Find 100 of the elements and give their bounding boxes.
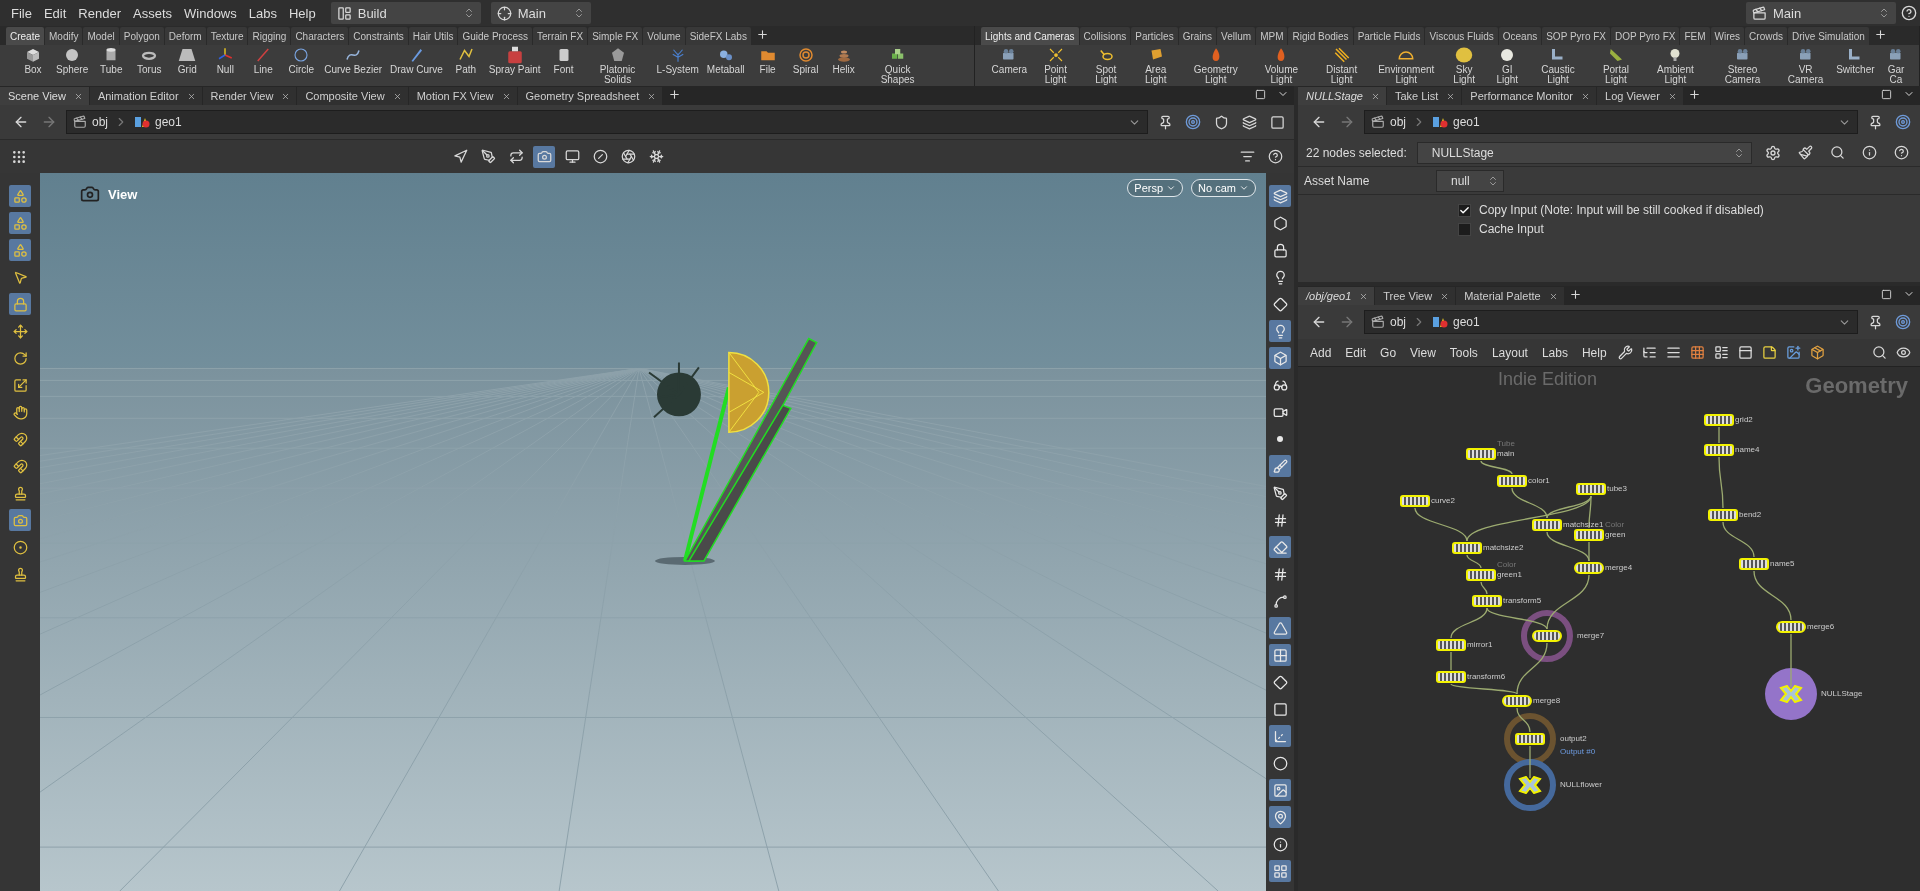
shelf-tab[interactable]: Oceans (1498, 27, 1542, 45)
pane-tab[interactable]: Tree View (1375, 287, 1456, 305)
shelf-tool[interactable]: Path (446, 46, 485, 75)
path-field[interactable]: obj geo1 (1364, 310, 1858, 334)
menu-item[interactable]: Assets (128, 5, 177, 21)
pane-tab[interactable]: Scene View (0, 87, 89, 105)
shelf-tool[interactable]: Portal Light (1588, 46, 1644, 85)
shelf-tool[interactable]: Spiral (786, 46, 825, 75)
shelf-tool[interactable]: Tube (92, 46, 131, 75)
shelf-tool[interactable]: Box (14, 46, 52, 75)
menu-item[interactable]: Go (1374, 345, 1403, 360)
pane-tab[interactable]: Take List (1386, 87, 1462, 105)
shelf-tab[interactable]: Lights and Cameras (981, 27, 1079, 45)
shelf-tab[interactable]: Create (6, 27, 44, 45)
shelf-tool[interactable]: Curve Bezier (320, 46, 387, 75)
shelf-tool[interactable]: Spot Light (1081, 46, 1131, 85)
shelf-tool[interactable]: Null (206, 46, 245, 75)
shelf-tab[interactable]: Rigging (248, 27, 291, 45)
pane-tab[interactable]: Material Palette (1456, 287, 1564, 305)
shelf-tab[interactable]: MPM (1256, 27, 1288, 45)
shelf-tab[interactable]: Volume (643, 27, 685, 45)
shelf-tab[interactable]: Vellum (1217, 27, 1256, 45)
shelf-tool[interactable]: File (748, 46, 787, 75)
shelf-tab[interactable]: Viscous Fluids (1425, 27, 1498, 45)
shelf-tool[interactable]: GI Light (1487, 46, 1528, 85)
shelf-tab[interactable]: Characters (291, 27, 349, 45)
shelf-tab[interactable]: Hair Utils (408, 27, 458, 45)
menu-item[interactable]: Tools (1443, 345, 1484, 360)
pane-tab[interactable]: Geometry Spreadsheet (517, 87, 663, 105)
camera-menu[interactable]: No cam (1191, 179, 1256, 197)
shelf-tool[interactable]: L-System (652, 46, 703, 75)
pane-tab[interactable]: Animation Editor (89, 87, 202, 105)
shelf-tool[interactable]: Circle (282, 46, 321, 75)
menu-item[interactable]: Edit (38, 5, 72, 21)
path-field[interactable]: obj geo1 (1364, 110, 1858, 134)
shelf-tool[interactable]: Stereo Camera (1707, 46, 1778, 85)
shelf-tab[interactable]: Drive Simulation (1788, 27, 1869, 45)
shelf-tool[interactable]: Environment Light (1371, 46, 1442, 85)
shelf-tool[interactable]: Metaball (702, 46, 749, 75)
shelf-tool[interactable]: Draw Curve (386, 46, 447, 75)
shelf-tool[interactable]: Font (544, 46, 583, 75)
shelf-tab[interactable]: Modify (45, 27, 83, 45)
shelf-tool[interactable]: Torus (130, 46, 169, 75)
shelf-tool[interactable]: Grid (168, 46, 207, 75)
pane-tab[interactable]: /obj/geo1 (1298, 287, 1375, 305)
shelf-tool[interactable]: Caustic Light (1527, 46, 1589, 85)
shelf-tool[interactable]: Ambient Light (1643, 46, 1708, 85)
shelf-tab[interactable]: Grains (1178, 27, 1217, 45)
shelf-tool[interactable]: Switcher (1833, 46, 1877, 75)
shelf-tab[interactable]: Terrain FX (533, 27, 588, 45)
shelf-tab[interactable]: SOP Pyro FX (1542, 27, 1611, 45)
shelf-tab[interactable]: FEM (1680, 27, 1710, 45)
shelf-tool[interactable]: Geometry Light (1180, 46, 1251, 85)
pane-tab[interactable]: Render View (202, 87, 297, 105)
shelf-tool[interactable]: Volume Light (1250, 46, 1313, 85)
path-field[interactable]: obj geo1 (66, 110, 1148, 134)
menu-item[interactable]: Labs (1535, 345, 1574, 360)
shelf-tool[interactable]: VR Camera (1777, 46, 1834, 85)
shelf-tool[interactable]: Area Light (1130, 46, 1181, 85)
shelf-tool[interactable]: Sky Light (1441, 46, 1488, 85)
shelf-tool[interactable]: Point Light (1029, 46, 1082, 85)
shelf-tab[interactable]: Crowds (1745, 27, 1787, 45)
menu-item[interactable]: File (6, 5, 37, 21)
shelf-tool[interactable]: Line (244, 46, 283, 75)
pane-tab[interactable]: Performance Monitor (1462, 87, 1596, 105)
shelf-tab[interactable]: Deform (164, 27, 206, 45)
shelf-tool[interactable]: Sphere (52, 46, 93, 75)
menu-item[interactable]: Help (283, 5, 321, 21)
pane-tab[interactable]: Composite View (297, 87, 408, 105)
shelf-tool[interactable]: Gar Ca (1877, 46, 1915, 85)
shelf-tool[interactable]: Camera (989, 46, 1030, 75)
shelf-tab[interactable]: SideFX Labs (685, 27, 751, 45)
pane-tab[interactable]: Motion FX View (408, 87, 517, 105)
shelf-tab[interactable]: Collisions (1079, 27, 1131, 45)
menu-item[interactable]: Add (1304, 345, 1338, 360)
shelf-tab[interactable]: Simple FX (588, 27, 643, 45)
projection-menu[interactable]: Persp (1127, 179, 1184, 197)
shelf-tool[interactable]: Helix (824, 46, 863, 75)
menu-item[interactable]: Windows (179, 5, 242, 21)
shelf-tool[interactable]: Spray Paint (484, 46, 545, 75)
asset-name-dropdown[interactable]: null (1436, 169, 1504, 192)
menu-item[interactable]: Render (73, 5, 126, 21)
shelf-tab[interactable]: Particle Fluids (1353, 27, 1425, 45)
shelf-tab[interactable]: Texture (206, 27, 248, 45)
context-dropdown[interactable]: Main (1746, 2, 1896, 24)
shelf-tab[interactable]: Rigid Bodies (1288, 27, 1353, 45)
shelf-tab[interactable]: DOP Pyro FX (1611, 27, 1680, 45)
shelf-tab[interactable]: Particles (1131, 27, 1178, 45)
menu-item[interactable]: Help (1575, 345, 1613, 360)
menu-item[interactable]: Layout (1485, 345, 1534, 360)
shelf-tool[interactable]: Distant Light (1312, 46, 1372, 85)
shelf-tab[interactable]: Model (83, 27, 119, 45)
context-dropdown[interactable]: Main (490, 2, 591, 24)
shelf-tab[interactable]: Constraints (349, 27, 408, 45)
node-name-field[interactable]: NULLStage (1416, 141, 1752, 164)
shelf-tool[interactable]: Platonic Solids (582, 46, 653, 85)
menu-item[interactable]: Labs (243, 5, 282, 21)
shelf-tool[interactable]: Quick Shapes (862, 46, 933, 85)
menu-item[interactable]: Edit (1339, 345, 1373, 360)
shelf-tab[interactable]: Polygon (119, 27, 164, 45)
